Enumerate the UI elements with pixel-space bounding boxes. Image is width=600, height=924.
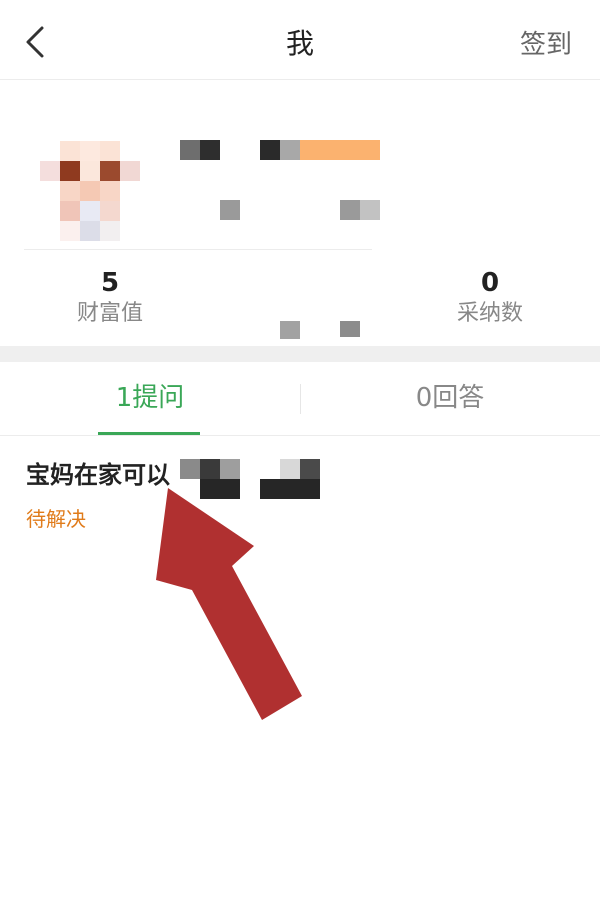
list-item[interactable]: 宝妈在家可以 待解决 xyxy=(0,437,600,537)
user-name-obscured xyxy=(0,81,600,251)
wealth-label: 财富值 xyxy=(76,301,143,326)
active-tab-indicator xyxy=(98,432,200,435)
wealth-value: 5 xyxy=(100,268,120,298)
adopted-label: 采纳数 xyxy=(456,301,523,326)
page-title: 我 xyxy=(285,27,314,60)
question-title-obscured xyxy=(180,459,200,479)
section-gap xyxy=(0,346,600,362)
tab-answers[interactable]: 0回答 xyxy=(300,362,600,436)
question-status: 待解决 xyxy=(26,507,86,531)
middle-stat-obscured xyxy=(280,321,300,339)
level-badge-obscured xyxy=(300,140,380,160)
tab-questions[interactable]: 1提问 xyxy=(0,362,300,436)
chevron-left-icon xyxy=(26,26,44,58)
adopted-stat[interactable]: 0 采纳数 xyxy=(390,267,590,329)
profile-section: 5 财富值 0 采纳数 xyxy=(0,81,600,346)
wealth-stat[interactable]: 5 财富值 xyxy=(10,267,210,329)
tab-bar: 1提问 0回答 xyxy=(0,362,600,436)
app-header: 我 签到 xyxy=(0,0,600,80)
checkin-button[interactable]: 签到 xyxy=(520,24,572,61)
adopted-value: 0 xyxy=(480,268,500,298)
profile-divider xyxy=(24,249,372,250)
question-title: 宝妈在家可以 xyxy=(26,461,170,489)
back-button[interactable] xyxy=(14,20,58,64)
